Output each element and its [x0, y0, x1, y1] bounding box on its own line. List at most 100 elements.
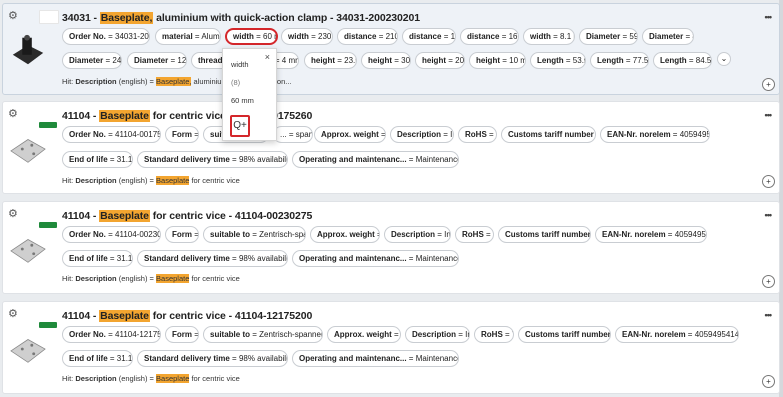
- filter-chip[interactable]: width = 8.1 mm: [523, 28, 575, 45]
- chevron-down-icon[interactable]: ⌄: [717, 52, 731, 66]
- filter-chip[interactable]: Order No. = 41104-12175200 mm: [62, 326, 161, 343]
- chip-separator: =: [456, 330, 466, 339]
- filter-chip[interactable]: ... = spanner 65, 80: [273, 126, 313, 143]
- chip-separator: =: [670, 130, 680, 139]
- add-icon[interactable]: +: [762, 78, 775, 91]
- filter-chip[interactable]: RoHS = Yes: [474, 326, 514, 343]
- filter-chip[interactable]: Description = Infotext: [384, 226, 451, 243]
- chip-label: Approx. weight: [317, 230, 375, 239]
- product-image: [10, 339, 46, 363]
- chip-separator: =: [623, 56, 633, 65]
- filter-chip[interactable]: Diameter = 59 mm: [579, 28, 638, 45]
- filter-chip[interactable]: width = 60 mm: [225, 28, 278, 45]
- dropdown-option[interactable]: 60 mm: [231, 96, 254, 105]
- settings-icon[interactable]: ⚙: [8, 11, 18, 22]
- filter-chip[interactable]: distance = 180 mm: [402, 28, 456, 45]
- chip-value: 166 mm: [508, 32, 518, 41]
- filter-chip[interactable]: RoHS = Yes: [455, 226, 494, 243]
- filter-chip[interactable]: Length = 53.5 mm: [530, 52, 586, 69]
- result-card[interactable]: ⚙ 41104 - Baseplate for centric vice - 4…: [2, 301, 780, 394]
- filter-chip[interactable]: RoHS = Yes: [458, 126, 497, 143]
- result-title[interactable]: 34031 - Baseplate, aluminium with quick-…: [62, 12, 420, 24]
- add-icon[interactable]: +: [762, 375, 775, 388]
- filter-chip[interactable]: Order No. = 34031-200230201: [62, 28, 150, 45]
- add-filter-button[interactable]: Q+: [230, 115, 250, 137]
- filter-chip[interactable]: Approx. weight = 4.03 kg: [327, 326, 401, 343]
- chip-label: Description: [391, 230, 436, 239]
- chip-separator: =: [376, 32, 386, 41]
- filter-chip[interactable]: Form = B: [165, 126, 199, 143]
- filter-chip[interactable]: Standard delivery time = 98% availabilit…: [137, 151, 288, 168]
- filter-chip[interactable]: End of life = 31.12.2099: [62, 151, 133, 168]
- filter-chip[interactable]: Diameter = 12 mm: [127, 52, 187, 69]
- filter-chip[interactable]: End of life = 31.12.2099: [62, 250, 133, 267]
- filter-chip[interactable]: material = Aluminium: [155, 28, 221, 45]
- chip-value: 98% availability of products...: [238, 354, 287, 363]
- filter-chip[interactable]: Customs tariff number = 84662080: [501, 126, 596, 143]
- filter-chip[interactable]: Description = Infotext: [405, 326, 470, 343]
- chip-label: Standard delivery time: [144, 155, 230, 164]
- chip-value: 31.12.2099: [116, 254, 133, 263]
- result-title[interactable]: 41104 - Baseplate for centric vice - 411…: [62, 310, 312, 322]
- chip-label: Diameter: [586, 32, 621, 41]
- result-card[interactable]: ⚙ 41104 - Baseplate for centric vice - 4…: [2, 201, 780, 294]
- filter-chip[interactable]: height = 20 mm: [415, 52, 465, 69]
- chip-separator: =: [563, 56, 573, 65]
- filter-chip[interactable]: Operating and maintenanc... = Maintenanc…: [292, 350, 459, 367]
- filter-chip[interactable]: Diameter = 24 mm: [62, 52, 122, 69]
- filter-chip[interactable]: Approx. weight = 6.3 kg: [314, 126, 386, 143]
- chip-label: height: [368, 56, 392, 65]
- filter-chip[interactable]: EAN-Nr. norelem = 4059495468051: [600, 126, 710, 143]
- result-title[interactable]: 41104 - Baseplate for centric vice - 411…: [62, 210, 312, 222]
- more-options-icon[interactable]: •••: [765, 12, 773, 22]
- chip-separator: =: [229, 254, 239, 263]
- filter-chip[interactable]: suitable to = Zentrisch-spanner 125: [203, 226, 306, 243]
- filter-chip[interactable]: Length = 84.5 mm: [653, 52, 712, 69]
- result-card[interactable]: ⚙ 41104 - Baseplate for centric vice - 4…: [2, 101, 780, 194]
- filter-chip[interactable]: suitable to = Zentrisch-spanner 65, 80: [203, 326, 323, 343]
- filter-chip[interactable]: distance = 210 mm: [337, 28, 398, 45]
- filter-chip[interactable]: Description = Infotext: [390, 126, 454, 143]
- filter-chip[interactable]: Diameter = 8.1 mm: [642, 28, 694, 45]
- filter-chip[interactable]: EAN-Nr. norelem = 4059495468068: [595, 226, 707, 243]
- filter-chip[interactable]: Length = 77.5 mm: [590, 52, 649, 69]
- more-options-icon[interactable]: •••: [765, 310, 773, 320]
- settings-icon[interactable]: ⚙: [8, 109, 18, 120]
- settings-icon[interactable]: ⚙: [8, 209, 18, 220]
- chip-label: Length: [537, 56, 564, 65]
- chip-separator: =: [308, 32, 319, 41]
- filter-chip[interactable]: Approx. weight = 7.5 kg: [310, 226, 380, 243]
- chip-separator: =: [499, 32, 509, 41]
- add-icon[interactable]: +: [762, 175, 775, 188]
- filter-chip[interactable]: Order No. = 41104-00230275 mm: [62, 226, 161, 243]
- chip-separator: ... =: [280, 130, 296, 139]
- chip-value: 41104-12175200 mm: [115, 330, 160, 339]
- result-card[interactable]: ⚙ 34031 - Baseplate, aluminium with quic…: [2, 3, 780, 95]
- chip-label: Customs tariff number: [508, 130, 594, 139]
- filter-chip[interactable]: Customs tariff number = 84662080: [498, 226, 591, 243]
- filter-chip[interactable]: Order No. = 41104-00175260 mm: [62, 126, 161, 143]
- filter-chip[interactable]: Form = A: [165, 326, 199, 343]
- filter-chip[interactable]: height = 30 mm: [361, 52, 411, 69]
- filter-chip[interactable]: Standard delivery time = 98% availabilit…: [137, 350, 288, 367]
- filter-chip[interactable]: Standard delivery time = 98% availabilit…: [137, 250, 288, 267]
- more-options-icon[interactable]: •••: [765, 110, 773, 120]
- filter-chip[interactable]: End of life = 31.12.2099: [62, 350, 133, 367]
- filter-chip[interactable]: width = 230 mm: [281, 28, 333, 45]
- filter-chip[interactable]: Operating and maintenanc... = Maintenanc…: [292, 250, 459, 267]
- filter-chip[interactable]: Operating and maintenanc... = Maintenanc…: [292, 151, 459, 168]
- close-icon[interactable]: ×: [265, 52, 270, 62]
- filter-chip[interactable]: height = 23.5 mm: [304, 52, 357, 69]
- filter-chip[interactable]: Customs tariff number = 84662080: [518, 326, 611, 343]
- filter-dropdown[interactable]: × width (8) 60 mm Q+: [222, 48, 277, 141]
- chip-label: height: [476, 56, 500, 65]
- filter-chip[interactable]: height = 10 mm: [469, 52, 526, 69]
- filter-chip[interactable]: EAN-Nr. norelem = 4059495414249: [615, 326, 739, 343]
- settings-icon[interactable]: ⚙: [8, 309, 18, 320]
- filter-chip[interactable]: distance = 166 mm: [460, 28, 519, 45]
- chip-label: Order No.: [69, 230, 106, 239]
- filter-chip[interactable]: Form = C: [165, 226, 199, 243]
- chip-value: 4059495468051: [679, 130, 709, 139]
- add-icon[interactable]: +: [762, 275, 775, 288]
- more-options-icon[interactable]: •••: [765, 210, 773, 220]
